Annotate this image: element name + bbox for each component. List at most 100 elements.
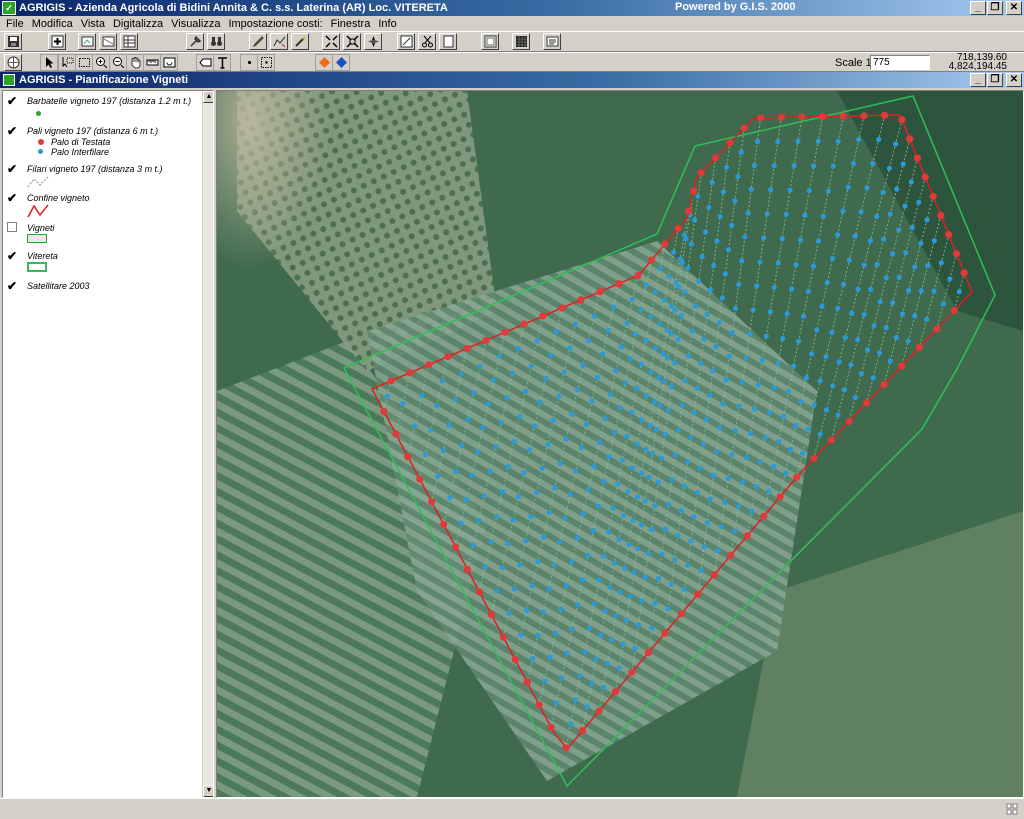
menu-modifica[interactable]: Modifica <box>28 18 77 30</box>
report-button[interactable] <box>543 33 561 50</box>
palo-interfilare <box>735 174 741 180</box>
table-view-button[interactable] <box>120 33 138 50</box>
point-tool[interactable] <box>240 54 258 71</box>
layer-view-button[interactable] <box>99 33 117 50</box>
palo-interfilare <box>476 517 482 523</box>
checkmark-icon[interactable]: ✔ <box>7 192 19 204</box>
add-layer-button[interactable] <box>48 33 66 50</box>
menu-file[interactable]: File <box>2 18 28 30</box>
raster-button[interactable] <box>512 33 530 50</box>
palo-interfilare <box>699 254 705 260</box>
menu-vista[interactable]: Vista <box>77 18 109 30</box>
menu-finestra[interactable]: Finestra <box>327 18 375 30</box>
map-canvas[interactable] <box>217 91 1023 797</box>
palo-interfilare <box>743 355 749 361</box>
checkmark-icon[interactable]: ✔ <box>7 250 19 262</box>
select-area-tool[interactable] <box>58 54 76 71</box>
magic-button[interactable] <box>291 33 309 50</box>
palo-interfilare <box>817 431 823 437</box>
label-tool[interactable] <box>196 54 214 71</box>
checkbox-empty[interactable] <box>7 222 17 232</box>
palo-interfilare <box>870 160 876 167</box>
palo-interfilare <box>523 607 530 614</box>
checkmark-icon[interactable]: ✔ <box>7 125 19 137</box>
save-button[interactable] <box>4 33 22 50</box>
zoom-out-tool[interactable] <box>109 54 127 71</box>
save-icon <box>7 36 19 47</box>
full-extent-button[interactable] <box>343 33 361 50</box>
palo-interfilare <box>543 376 549 382</box>
menu-visualizza[interactable]: Visualizza <box>167 18 224 30</box>
palo-interfilare <box>819 303 825 309</box>
page-button[interactable] <box>439 33 457 50</box>
digitize-button[interactable] <box>270 33 288 50</box>
palo-interfilare <box>618 344 625 350</box>
child-restore-button[interactable]: ❐ <box>987 73 1003 87</box>
select-tool[interactable] <box>40 54 58 71</box>
palo-interfilare <box>639 598 645 604</box>
palo-interfilare <box>747 430 754 437</box>
palo-interfilare <box>611 560 617 566</box>
palo-interfilare <box>511 438 517 445</box>
cut-button[interactable] <box>418 33 436 50</box>
pencil-icon <box>252 36 264 48</box>
palo-interfilare <box>643 393 649 399</box>
palo-interfilare <box>871 323 877 329</box>
palo-interfilare <box>722 499 728 506</box>
info-button[interactable] <box>4 54 22 71</box>
palo-interfilare <box>881 236 887 242</box>
find-button[interactable] <box>207 33 225 50</box>
palo-interfilare <box>803 375 809 381</box>
zoom-window-button[interactable] <box>78 33 96 50</box>
palo-interfilare <box>696 278 702 285</box>
child-minimize-button[interactable]: _ <box>970 73 986 87</box>
zoom-in-extent-button[interactable] <box>322 33 340 50</box>
scroll-down-button[interactable]: ▼ <box>203 785 213 797</box>
palo-interfilare <box>908 179 914 185</box>
checkmark-icon[interactable]: ✔ <box>7 280 19 292</box>
map-view[interactable] <box>216 90 1024 798</box>
measure-tool[interactable] <box>143 54 161 71</box>
palo-interfilare <box>886 165 892 171</box>
line-color-tool[interactable] <box>332 54 350 71</box>
restore-button[interactable]: ❐ <box>987 1 1003 15</box>
resize-grip-icon[interactable] <box>1006 803 1018 815</box>
scale-input[interactable] <box>870 55 930 70</box>
measure-button[interactable] <box>397 33 415 50</box>
palo-interfilare <box>678 508 684 514</box>
palo-testata <box>950 306 959 315</box>
palo-interfilare <box>630 465 636 471</box>
menu-digitalizza[interactable]: Digitalizza <box>109 18 167 30</box>
palo-interfilare <box>600 351 606 357</box>
child-close-button[interactable]: ✕ <box>1006 73 1022 87</box>
refresh-tool[interactable] <box>160 54 178 71</box>
palo-interfilare <box>629 409 635 415</box>
zoom-in-tool[interactable] <box>92 54 110 71</box>
palo-testata <box>562 744 570 752</box>
pan-tool[interactable] <box>126 54 144 71</box>
node-tool[interactable] <box>257 54 275 71</box>
legend-scrollbar[interactable]: ▲ ▼ <box>202 91 213 797</box>
minimize-button[interactable]: _ <box>970 1 986 15</box>
palo-interfilare <box>909 224 915 230</box>
checkmark-icon[interactable]: ✔ <box>7 163 19 175</box>
checkmark-icon[interactable]: ✔ <box>7 95 19 107</box>
print-layout-button[interactable] <box>481 33 499 50</box>
palo-interfilare <box>688 434 694 440</box>
menu-info[interactable]: Info <box>374 18 400 30</box>
edit-layer-button[interactable] <box>249 33 267 50</box>
close-button[interactable]: ✕ <box>1006 1 1022 15</box>
select-rect-tool[interactable] <box>75 54 93 71</box>
palo-interfilare <box>691 514 697 520</box>
menu-impostazione-costi[interactable]: Impostazione costi: <box>224 18 326 30</box>
pan-center-button[interactable] <box>364 33 382 50</box>
tools-button[interactable] <box>186 33 204 50</box>
palo-interfilare <box>766 488 772 494</box>
fill-color-tool[interactable] <box>315 54 333 71</box>
palo-interfilare <box>824 279 830 286</box>
palo-interfilare <box>493 444 499 450</box>
palo-interfilare <box>547 654 553 660</box>
text-tool[interactable] <box>213 54 231 71</box>
node-icon <box>260 57 272 68</box>
scroll-up-button[interactable]: ▲ <box>203 91 213 103</box>
